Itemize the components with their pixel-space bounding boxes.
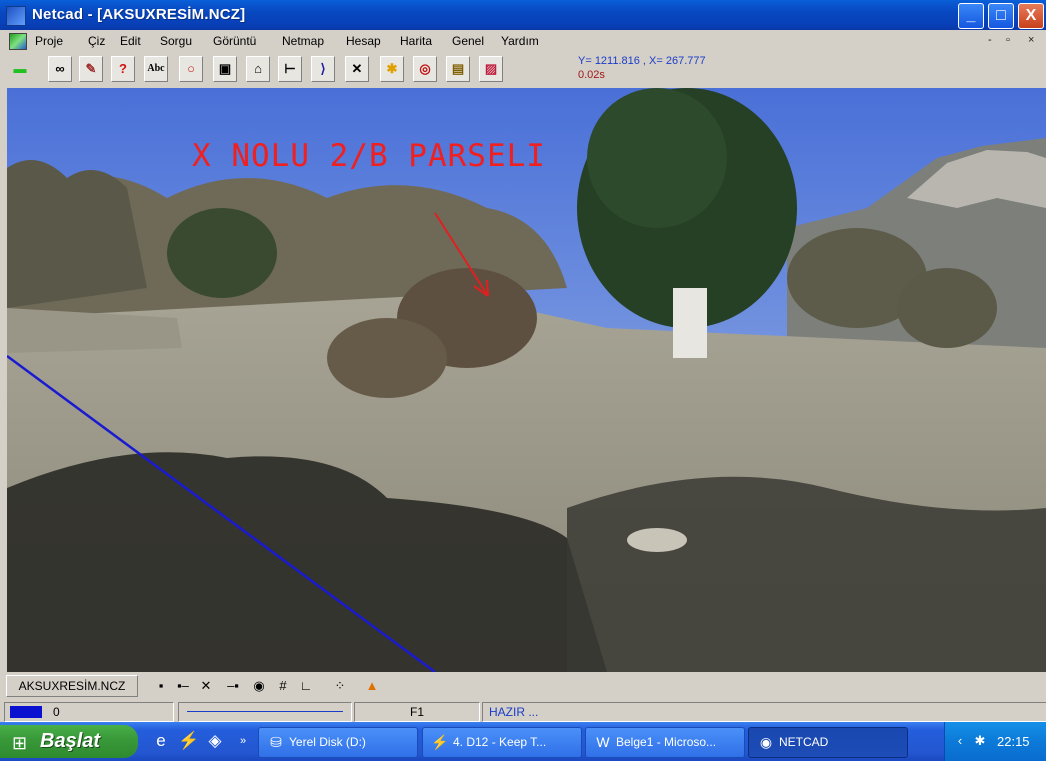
table-tool-button[interactable]: ▤ <box>446 56 470 82</box>
layer-name: 0 <box>53 705 60 719</box>
help-tool-button[interactable]: ? <box>111 56 135 82</box>
mdi-minimize-button[interactable]: - <box>988 34 992 46</box>
snap-nearest-icon[interactable]: –▪ <box>224 677 242 695</box>
coordinate-readout: Y= 1211.816 , X= 267.777 <box>578 55 706 67</box>
close-button[interactable]: X <box>1018 3 1044 29</box>
hatch-icon: ◎ <box>419 61 431 76</box>
chevron-icon[interactable]: » <box>232 730 254 752</box>
title-bar[interactable]: Netcad - [AKSUXRESİM.NCZ] _ □ X <box>0 0 1046 30</box>
menu-edit[interactable]: Edit <box>120 34 141 48</box>
minimize-button[interactable]: _ <box>958 3 984 29</box>
task-yerel-disk[interactable]: ⛁ Yerel Disk (D:) <box>258 727 418 758</box>
layer-color-swatch <box>10 706 42 718</box>
menu-ciz[interactable]: Çiz <box>88 34 105 48</box>
frame-icon: ▣ <box>218 61 232 76</box>
minimize-icon: _ <box>966 7 976 24</box>
tray-expand-icon[interactable]: ‹ <box>951 732 969 750</box>
snap-center-icon[interactable]: ◉ <box>250 677 268 695</box>
task-word[interactable]: W Belge1 - Microso... <box>585 727 745 758</box>
pattern-tool-button[interactable]: ▨ <box>479 56 503 82</box>
snap-mid-icon[interactable]: ▪– <box>174 677 192 695</box>
intersect-icon: ✕ <box>351 61 363 76</box>
drawing-canvas[interactable]: X NOLU 2/B PARSELI <box>7 88 1046 672</box>
netcad-app-icon[interactable] <box>6 6 26 26</box>
snap-points-icon[interactable]: ⁘ <box>331 677 349 695</box>
line-type-sample <box>187 711 343 712</box>
help-icon: ? <box>119 61 127 76</box>
building-icon: ⌂ <box>254 61 262 76</box>
hatch-tool-button[interactable]: ◎ <box>413 56 437 82</box>
pattern-icon: ▨ <box>484 61 498 76</box>
snap-perpendicular-icon[interactable]: ∟ <box>297 677 315 695</box>
file-tab[interactable]: AKSUXRESİM.NCZ <box>6 675 138 697</box>
menu-yardim[interactable]: Yardım <box>501 34 539 48</box>
close-icon: X <box>1025 7 1037 24</box>
text-icon: Abc <box>147 63 165 74</box>
tray-network-icon[interactable]: ✱ <box>971 732 989 750</box>
menu-goruntu[interactable]: Görüntü <box>213 34 256 48</box>
word-icon: W <box>596 734 610 750</box>
intersect-tool-button[interactable]: ✕ <box>345 56 369 82</box>
snap-end-icon[interactable]: ▪ <box>152 677 170 695</box>
snap-bar: AKSUXRESİM.NCZ ▪ ▪– ✕ –▪ ◉ # ∟ ⁘ ▲ <box>0 672 1046 700</box>
circle-icon: ○ <box>187 61 195 76</box>
render-time: 0.02s <box>578 69 605 81</box>
angle-icon: ⟩ <box>320 61 326 76</box>
snap-grid-icon[interactable]: # <box>274 677 292 695</box>
taskbar: ⊞ Başlat e ⚡ ◈ » ⛁ Yerel Disk (D:) ⚡ 4. … <box>0 722 1046 761</box>
parcel-label: X NOLU 2/B PARSELI <box>192 138 546 174</box>
pen-icon: ✎ <box>85 61 97 76</box>
color-tool-button[interactable]: ✱ <box>380 56 404 82</box>
color-icon: ✱ <box>386 61 398 76</box>
menu-netmap[interactable]: Netmap <box>282 34 324 48</box>
windows-logo-icon: ⊞ <box>12 733 28 753</box>
snap-intersect-icon[interactable]: ✕ <box>197 677 215 695</box>
dimension-tool-button[interactable]: ⊢ <box>278 56 302 82</box>
line-icon: ▬ <box>13 61 27 76</box>
menu-sorgu[interactable]: Sorgu <box>160 34 192 48</box>
task-netcad[interactable]: ◉ NETCAD <box>748 727 908 758</box>
drive-icon: ⛁ <box>270 734 282 750</box>
line-tool-button[interactable]: ▬ <box>8 56 32 82</box>
layer-field[interactable]: 0 <box>4 702 174 722</box>
maximize-button[interactable]: □ <box>988 3 1014 29</box>
toolbar: ▬ ∞ ✎ ? Abc ○ ▣ ⌂ ⊢ ⟩ ✕ ✱ ◎ ▤ ▨ Y= 1211.… <box>0 52 1046 88</box>
menu-harita[interactable]: Harita <box>400 34 432 48</box>
text-tool-button[interactable]: Abc <box>144 56 168 82</box>
menu-proje[interactable]: Proje <box>35 34 63 48</box>
maximize-icon: □ <box>996 7 1006 24</box>
mdi-restore-button[interactable]: ▫ <box>1006 34 1010 46</box>
frame-tool-button[interactable]: ▣ <box>213 56 237 82</box>
binoculars-tool-button[interactable]: ∞ <box>48 56 72 82</box>
clock[interactable]: 22:15 <box>997 734 1030 749</box>
circle-tool-button[interactable]: ○ <box>179 56 203 82</box>
function-key-field[interactable]: F1 <box>354 702 480 722</box>
start-label: Başlat <box>40 730 101 752</box>
window-title: Netcad - [AKSUXRESİM.NCZ] <box>32 6 246 23</box>
dimension-icon: ⊢ <box>284 61 296 76</box>
document-icon[interactable] <box>9 33 27 50</box>
menu-genel[interactable]: Genel <box>452 34 484 48</box>
ie-icon[interactable]: e <box>150 730 172 752</box>
system-tray: ‹ ✱ 22:15 <box>944 722 1046 761</box>
explorer-quicklaunch-icon[interactable]: ◈ <box>204 730 226 752</box>
menu-bar: Proje Çiz Edit Sorgu Görüntü Netmap Hesa… <box>0 30 1046 52</box>
status-message: HAZIR ... <box>482 702 1046 722</box>
winamp-quicklaunch-icon[interactable]: ⚡ <box>178 730 200 752</box>
binoculars-icon: ∞ <box>55 61 65 76</box>
status-bar: 0 F1 HAZIR ... <box>0 700 1046 722</box>
pen-tool-button[interactable]: ✎ <box>79 56 103 82</box>
start-button[interactable]: ⊞ Başlat <box>0 725 138 758</box>
menu-hesap[interactable]: Hesap <box>346 34 381 48</box>
netcad-icon: ◉ <box>759 734 773 750</box>
building-tool-button[interactable]: ⌂ <box>246 56 270 82</box>
winamp-icon: ⚡ <box>431 734 449 750</box>
triangle-warning-icon[interactable]: ▲ <box>363 677 381 695</box>
angle-tool-button[interactable]: ⟩ <box>311 56 335 82</box>
line-type-field[interactable] <box>178 702 352 722</box>
task-winamp[interactable]: ⚡ 4. D12 - Keep T... <box>422 727 582 758</box>
table-icon: ▤ <box>451 61 465 76</box>
mdi-close-button[interactable]: × <box>1028 34 1034 46</box>
landscape-photo <box>7 88 1046 672</box>
